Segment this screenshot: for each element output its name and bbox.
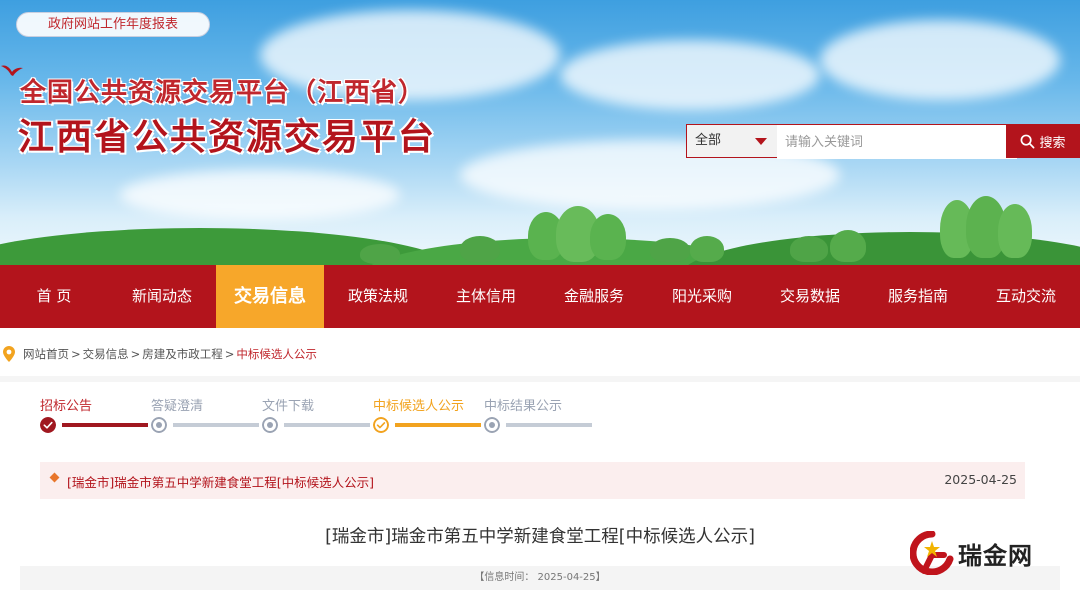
search-scope-select[interactable]: 全部: [687, 125, 777, 157]
breadcrumb-separator: >: [130, 347, 141, 361]
step-pending-icon: [484, 417, 500, 433]
nav-item-guide[interactable]: 服务指南: [864, 265, 972, 328]
breadcrumb: 网站首页 > 交易信息 > 房建及市政工程 > 中标候选人公示: [0, 344, 317, 364]
ruijin-logo-icon: [910, 531, 954, 575]
step-label-candidate-notice[interactable]: 中标候选人公示: [373, 395, 464, 414]
step-complete-check-icon: [40, 417, 56, 433]
annual-report-link[interactable]: 政府网站工作年度报表: [16, 12, 210, 37]
nav-item-home[interactable]: 首 页: [0, 265, 108, 328]
nav-item-policy[interactable]: 政策法规: [324, 265, 432, 328]
main-nav: 首 页 新闻动态 交易信息 政策法规 主体信用 金融服务 阳光采购 交易数据 服…: [0, 265, 1080, 328]
nav-item-interaction[interactable]: 互动交流: [972, 265, 1080, 328]
breadcrumb-separator: >: [224, 347, 235, 361]
nav-item-procurement[interactable]: 阳光采购: [648, 265, 756, 328]
nav-item-credit[interactable]: 主体信用: [432, 265, 540, 328]
search-button[interactable]: 搜索: [1006, 124, 1080, 158]
step-label-result-notice[interactable]: 中标结果公示: [484, 395, 562, 414]
nav-item-trade-data[interactable]: 交易数据: [756, 265, 864, 328]
breadcrumb-trade-info[interactable]: 交易信息: [83, 346, 129, 362]
list-item-title[interactable]: [瑞金市]瑞金市第五中学新建食堂工程[中标候选人公示]: [67, 472, 374, 491]
caret-down-icon: [755, 138, 767, 145]
diamond-bullet-icon: [49, 472, 60, 483]
step-label-bid-notice[interactable]: 招标公告: [40, 395, 92, 414]
platform-subtitle: 全国公共资源交易平台（江西省）: [20, 78, 426, 108]
nav-item-finance[interactable]: 金融服务: [540, 265, 648, 328]
search-button-label: 搜索: [1039, 135, 1066, 151]
step-pending-icon: [151, 417, 167, 433]
step-progress-bar: [62, 423, 148, 427]
breadcrumb-construction[interactable]: 房建及市政工程: [142, 346, 223, 362]
article-meta: 【信息时间： 2025-04-25】: [20, 566, 1060, 590]
location-pin-icon: [3, 346, 15, 362]
watermark-text: 瑞金网: [958, 541, 1033, 570]
step-progress-bar: [395, 423, 481, 427]
search-icon: [1021, 134, 1035, 148]
step-progress-bar: [173, 423, 259, 427]
search-bar: 全部 搜索: [686, 124, 1080, 159]
watermark: 瑞金网: [910, 528, 1070, 578]
nav-item-news[interactable]: 新闻动态: [108, 265, 216, 328]
search-scope-value: 全部: [695, 133, 722, 148]
step-label-clarification[interactable]: 答疑澄清: [151, 395, 203, 414]
step-progress-bar: [506, 423, 592, 427]
step-progress-bar: [284, 423, 370, 427]
nav-item-trade-info[interactable]: 交易信息: [216, 265, 324, 328]
breadcrumb-separator: >: [71, 347, 81, 361]
step-label-file-download[interactable]: 文件下载: [262, 395, 314, 414]
list-item[interactable]: [瑞金市]瑞金市第五中学新建食堂工程[中标候选人公示] 2025-04-25: [40, 462, 1025, 499]
search-input[interactable]: [777, 125, 1017, 159]
step-pending-icon: [262, 417, 278, 433]
platform-title: 江西省公共资源交易平台: [18, 117, 437, 158]
breadcrumb-current: 中标候选人公示: [236, 347, 317, 361]
breadcrumb-home[interactable]: 网站首页: [23, 346, 69, 362]
section-divider: [0, 376, 1080, 382]
step-current-check-icon: [373, 417, 389, 433]
list-item-date: 2025-04-25: [944, 472, 1017, 487]
